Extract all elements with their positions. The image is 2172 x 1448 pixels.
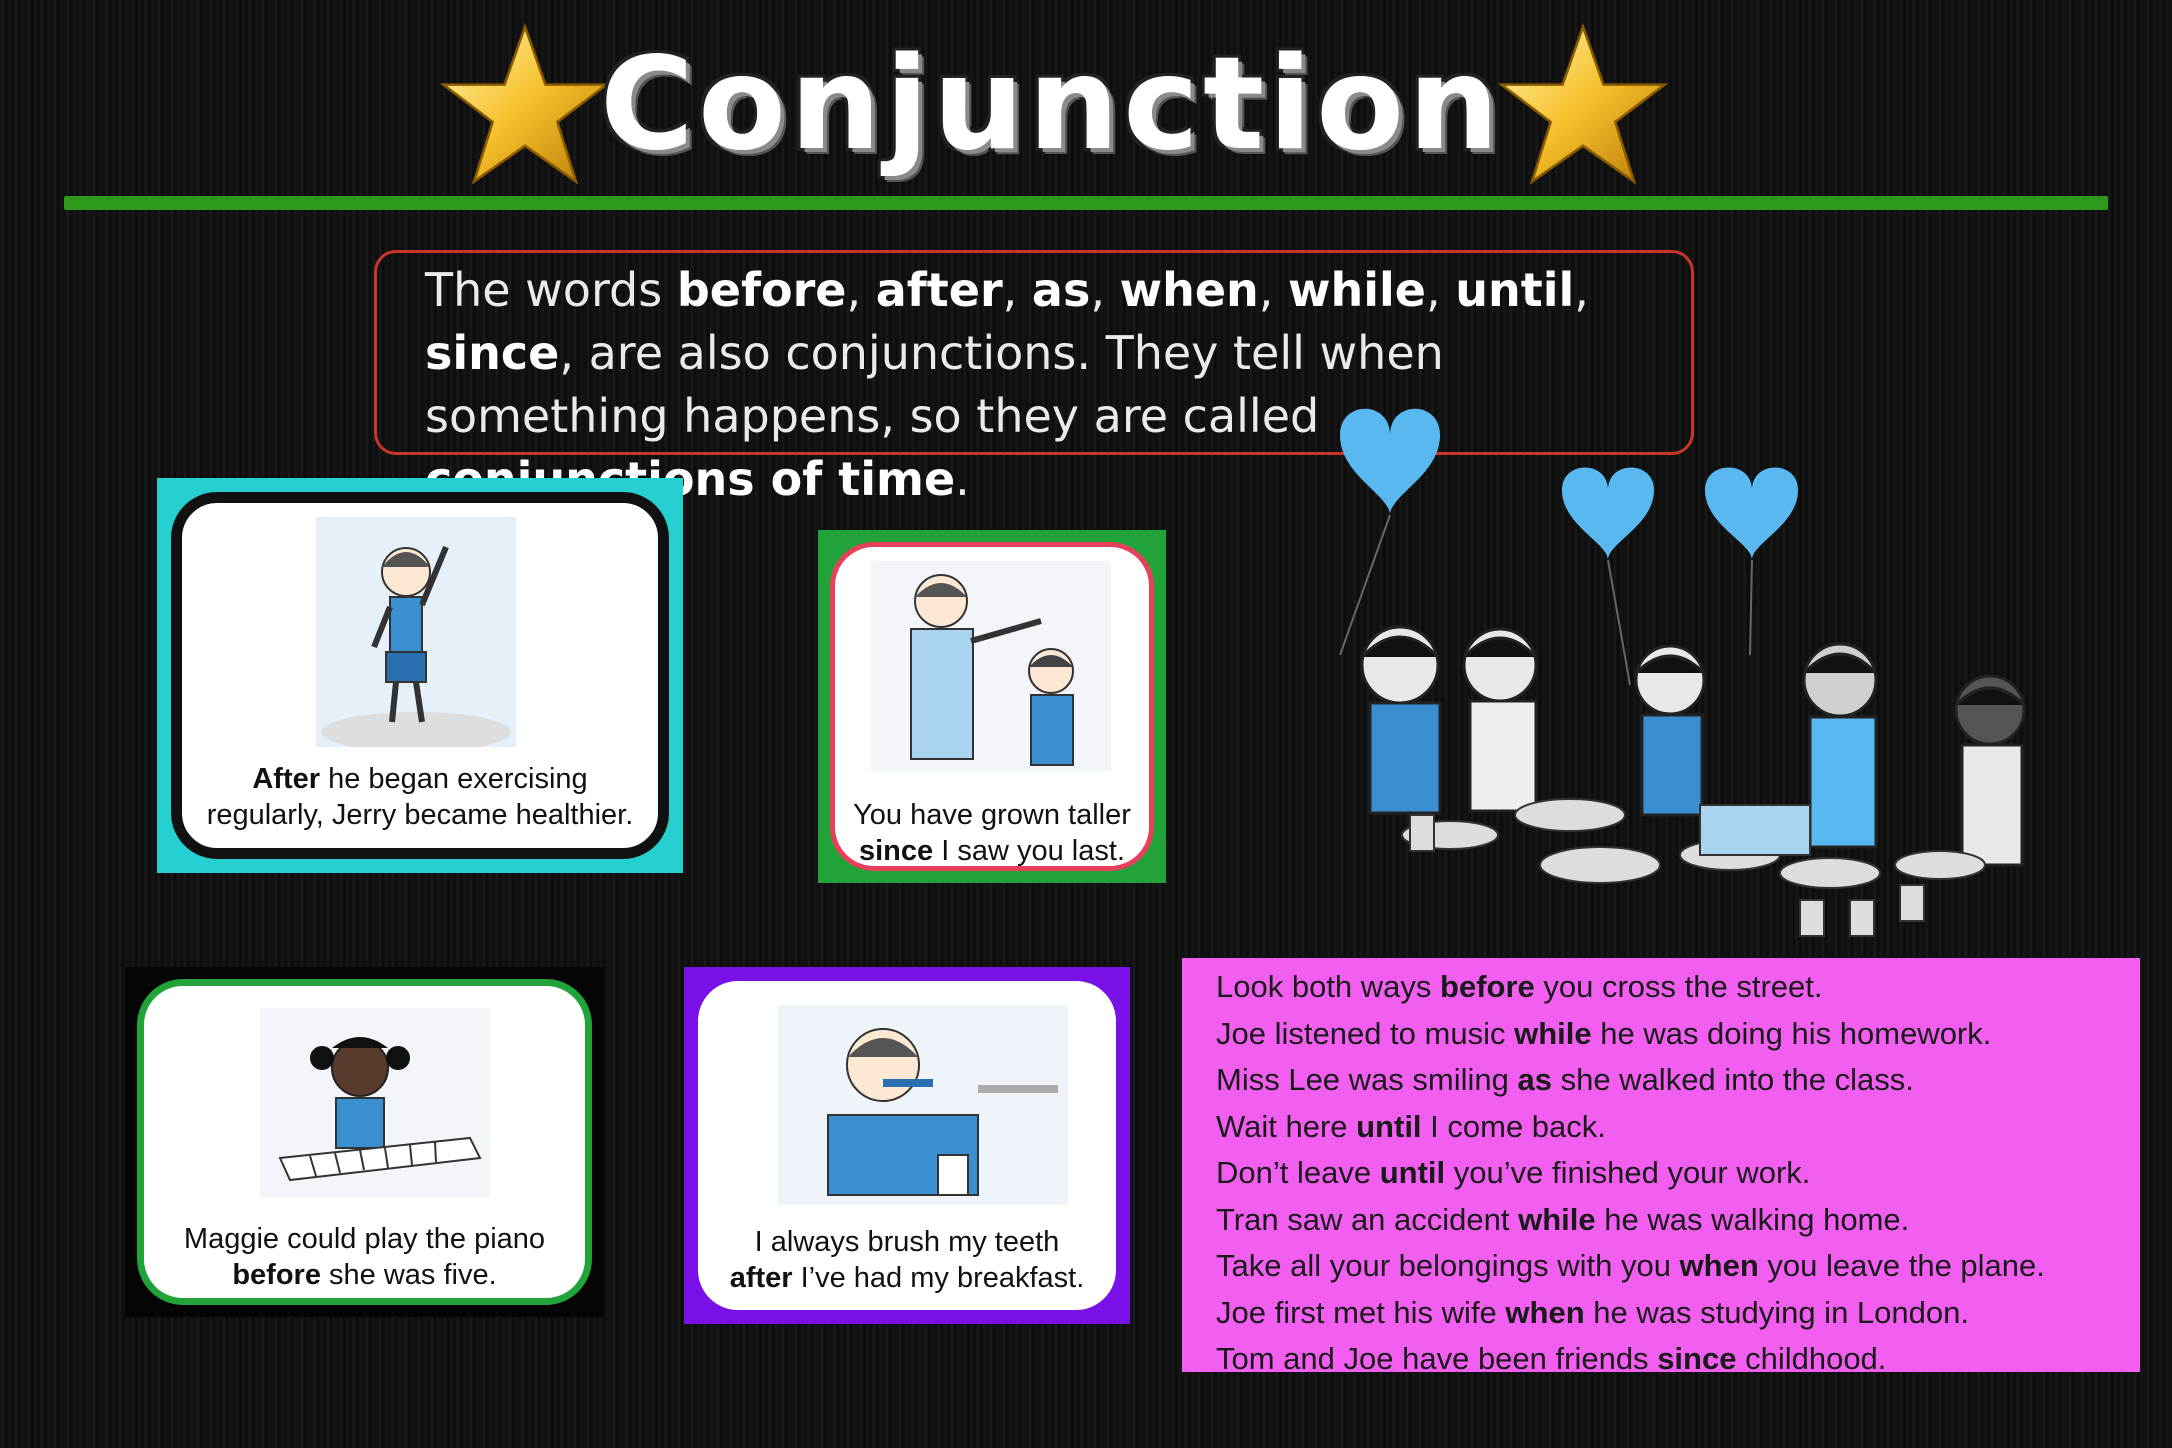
text-segment: , [1426,263,1456,317]
text-segment: she was five. [320,1259,497,1291]
star-icon [440,22,610,185]
caption-line: before she was five. [144,1257,585,1293]
text-segment: I’ve had my breakfast. [792,1262,1085,1294]
conjunction-keyword: since [859,835,934,867]
girl-piano-icon [260,1008,490,1198]
examples-list: Look both ways before you cross the stre… [1182,958,2140,1376]
text-segment: , [846,263,876,317]
text-segment: Tran saw an accident [1216,1201,1519,1237]
text-segment: Joe listened to music [1216,1015,1515,1051]
conjunction-keyword: after [875,263,1003,317]
text-segment: Take all your belongings with you [1216,1248,1680,1283]
conjunction-keyword: since [1657,1341,1737,1376]
example-card-after-breakfast: I always brush my teeth after I’ve had m… [684,967,1130,1324]
text-segment: he was walking home. [1595,1201,1910,1237]
example-sentence: Take all your belongings with you when y… [1216,1243,2140,1290]
card-inner: I always brush my teeth after I’ve had m… [696,979,1118,1312]
conjunction-keyword: After [252,763,321,795]
conjunction-keyword: before [232,1259,321,1291]
example-card-after-exercise: After he began exercising regularly, Jer… [157,478,683,873]
text-segment: you cross the street. [1534,969,1823,1004]
text-segment: The words [425,263,677,317]
text-segment: I come back. [1421,1108,1606,1144]
example-sentence: Joe listened to music while he was doing… [1216,1011,2140,1058]
text-segment: , [1258,263,1289,317]
heart-balloon-icon [1705,467,1798,656]
text-segment: , [1002,263,1032,317]
text-segment: . [955,452,970,506]
text-segment: I saw you last. [933,835,1125,867]
example-sentence: Tom and Joe have been friends since chil… [1216,1336,2140,1383]
card-inner: Maggie could play the piano before she w… [137,979,592,1305]
star-icon [1498,22,1668,185]
example-sentence: Joe first met his wife when he was study… [1216,1290,2140,1337]
caption-line: regularly, Jerry became healthier. [182,797,658,833]
card-caption: I always brush my teeth after I’ve had m… [698,1224,1116,1296]
text-segment: , [1574,263,1589,317]
text-segment: , are also conjunctions. They tell when … [425,326,1444,443]
conjunction-keyword: until [1356,1108,1422,1144]
text-segment: he was studying in London. [1584,1294,1969,1330]
example-sentence: Don’t leave until you’ve finished your w… [1216,1150,2140,1197]
example-sentence: Tran saw an accident while he was walkin… [1216,1197,2140,1244]
text-segment: Look both ways [1216,969,1441,1004]
conjunction-keyword: while [1514,1015,1592,1051]
text-segment: Wait here [1216,1108,1357,1144]
title-row: Conjunction [0,20,2172,190]
caption-line: You have grown taller [835,797,1149,833]
text-segment: Don’t leave [1216,1155,1380,1190]
text-segment: Tom and Joe have been friends [1216,1341,1658,1376]
text-segment: childhood. [1736,1341,1887,1376]
caption-line: After he began exercising [182,761,658,797]
man-and-boy-icon [871,561,1111,771]
text-segment: he was doing his homework. [1591,1015,1992,1051]
conjunction-keyword: before [676,263,847,317]
card-inner: After he began exercising regularly, Jer… [171,492,669,859]
caption-line: Maggie could play the piano [144,1221,585,1257]
conjunction-keyword: when [1119,263,1259,317]
text-segment: he began exercising [320,763,588,795]
card-inner: You have grown taller since I saw you la… [830,542,1154,871]
text-segment: You have grown taller [853,799,1131,831]
text-segment: , [1090,263,1120,317]
heart-balloon-icon [1339,408,1440,656]
example-card-since-taller: You have grown taller since I saw you la… [818,530,1166,883]
example-sentence: Wait here until I come back. [1216,1104,2140,1151]
conjunction-keyword: while [1518,1201,1596,1237]
text-segment: Miss Lee was smiling [1216,1062,1518,1097]
example-sentence: Look both ways before you cross the stre… [1216,964,2140,1011]
example-sentence: Miss Lee was smiling as she walked into … [1216,1057,2140,1104]
text-segment: regularly, Jerry became healthier. [206,799,634,831]
card-caption: After he began exercising regularly, Jer… [182,761,658,833]
text-segment: you leave the plane. [1758,1248,2045,1283]
caption-line: after I’ve had my breakfast. [698,1260,1116,1296]
conjunction-keyword: since [425,326,560,380]
page-title: Conjunction [600,30,1504,179]
text-segment: you’ve finished your work. [1445,1155,1811,1190]
caption-line: I always brush my teeth [698,1224,1116,1260]
title-divider [64,196,2108,210]
boy-exercising-icon [316,517,516,747]
conjunction-keyword: as [1031,263,1091,317]
text-segment: I always brush my teeth [754,1226,1060,1258]
card-caption: You have grown taller since I saw you la… [835,797,1149,867]
conjunction-keyword: after [729,1262,793,1294]
conjunction-keyword: when [1505,1294,1585,1330]
card-caption: Maggie could play the piano before she w… [144,1221,585,1293]
conjunction-keyword: as [1517,1062,1552,1097]
heart-balloon-icon [1562,467,1654,686]
conjunction-keyword: while [1288,263,1427,317]
conjunction-keyword: when [1679,1248,1759,1283]
example-card-before-piano: Maggie could play the piano before she w… [125,967,604,1317]
text-segment: Joe first met his wife [1216,1294,1506,1330]
party-children-icon [1339,408,2026,937]
boy-brushing-teeth-icon [778,1005,1068,1205]
text-segment: Maggie could play the piano [183,1223,546,1255]
conjunction-keyword: until [1455,263,1575,317]
conjunction-keyword: until [1379,1155,1446,1190]
conjunction-keyword: before [1440,969,1535,1004]
text-segment: she walked into the class. [1551,1062,1914,1097]
caption-line: since I saw you last. [835,833,1149,867]
